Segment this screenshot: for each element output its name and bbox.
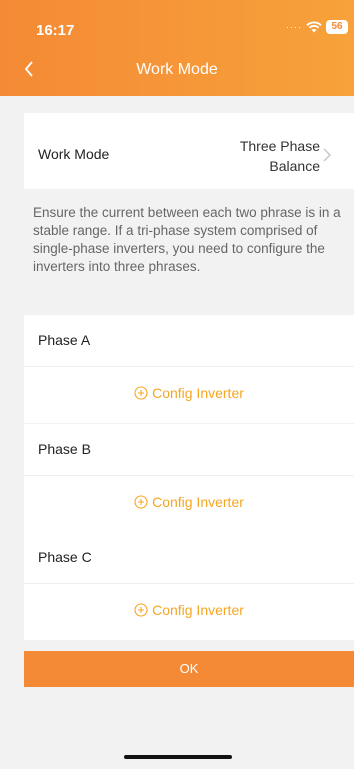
phase-c-config-button[interactable]: Config Inverter [24,584,354,640]
work-mode-description: Ensure the current between each two phra… [33,205,341,274]
phase-a-header: Phase A [24,315,354,367]
phase-a-label: Phase A [38,332,91,348]
signal-dots-icon: ···· [286,22,302,32]
phase-c-label: Phase C [38,549,92,565]
config-inverter-label: Config Inverter [152,494,244,510]
phase-c-header: Phase C [24,532,354,584]
phase-a-config-button[interactable]: Config Inverter [24,367,354,423]
config-inverter-link[interactable]: Config Inverter [24,494,354,512]
header-bar: 16:17 ···· 56 Work Mode [0,0,354,96]
home-indicator [124,755,232,759]
work-mode-value-line1: Three Phase [239,138,320,154]
status-icons: ···· 56 [286,20,348,34]
plus-circle-icon [134,495,148,512]
phase-b-label: Phase B [38,441,91,457]
battery-icon: 56 [326,20,348,34]
ok-button[interactable]: OK [24,651,354,687]
page-title: Work Mode [136,61,218,78]
config-inverter-label: Config Inverter [152,602,244,618]
config-inverter-link[interactable]: Config Inverter [24,602,354,620]
plus-circle-icon [134,386,148,403]
work-mode-label: Work Mode [38,146,110,162]
work-mode-value: Three Phase Balance [190,136,320,176]
plus-circle-icon [134,603,148,620]
chevron-right-icon [322,147,332,163]
config-inverter-link[interactable]: Config Inverter [24,385,354,403]
work-mode-row[interactable]: Work Mode Three Phase Balance [24,113,354,189]
phase-b-config-button[interactable]: Config Inverter [24,476,354,532]
wifi-icon [306,21,322,33]
config-inverter-label: Config Inverter [152,385,244,401]
status-time: 16:17 [36,22,75,39]
work-mode-value-line2: Balance [269,158,320,174]
phase-b-header: Phase B [24,424,354,476]
